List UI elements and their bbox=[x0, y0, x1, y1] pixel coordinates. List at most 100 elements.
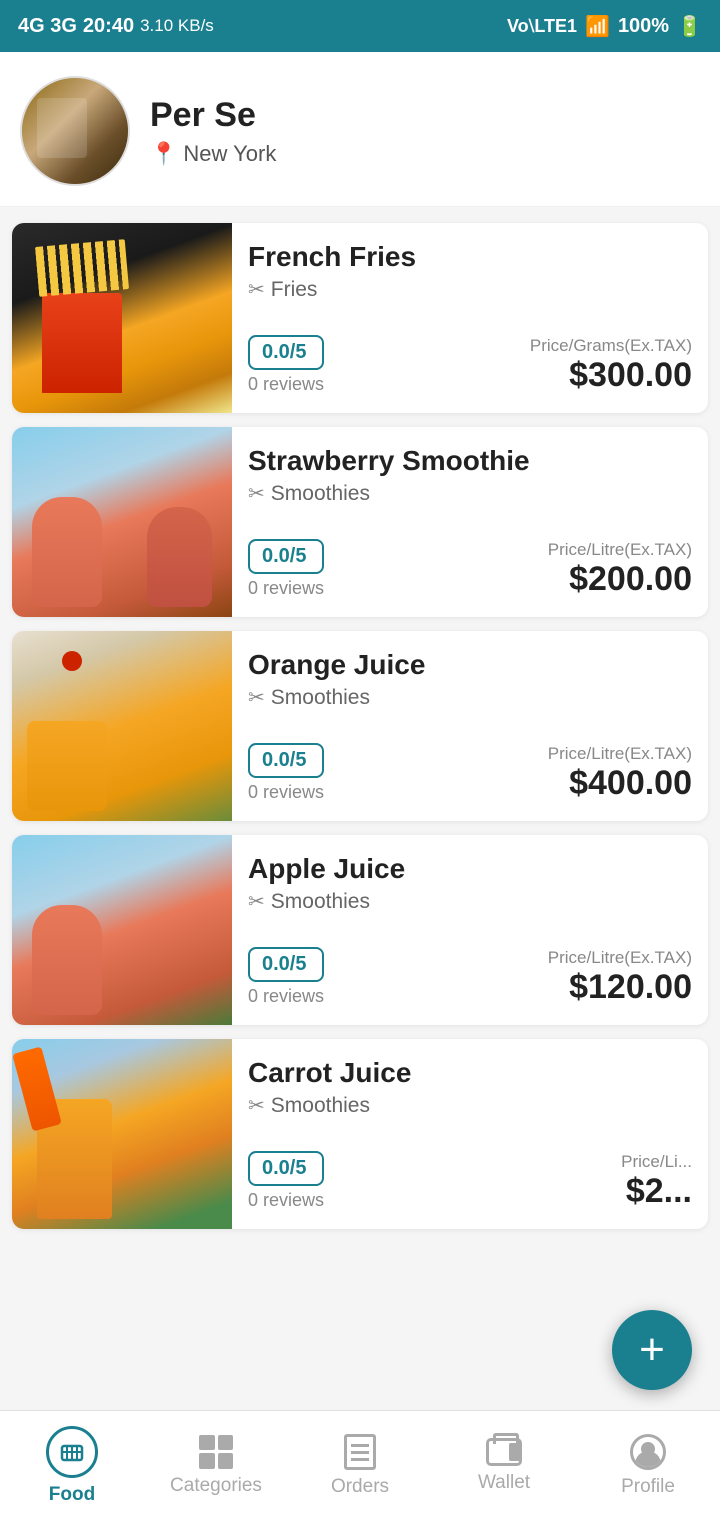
menu-item-category-3: ✂ Smoothies bbox=[248, 685, 692, 710]
restaurant-info: Per Se 📍 New York bbox=[150, 96, 276, 167]
restaurant-location: 📍 New York bbox=[150, 141, 276, 167]
menu-item-image-5 bbox=[12, 1039, 232, 1229]
price-value-4: $120.00 bbox=[548, 968, 692, 1007]
menu-item-name-1: French Fries bbox=[248, 241, 692, 273]
plus-icon: + bbox=[639, 1328, 665, 1372]
menu-card-1[interactable]: French Fries ✂ Fries 0.0/5 0 reviews Pri… bbox=[12, 223, 708, 413]
menu-item-bottom-5: 0.0/5 0 reviews Price/Li... $2... bbox=[248, 1151, 692, 1211]
menu-card-4[interactable]: Apple Juice ✂ Smoothies 0.0/5 0 reviews … bbox=[12, 835, 708, 1025]
menu-item-details-1: French Fries ✂ Fries 0.0/5 0 reviews Pri… bbox=[232, 223, 708, 413]
rating-section-3: 0.0/5 0 reviews bbox=[248, 743, 324, 803]
price-value-3: $400.00 bbox=[548, 764, 692, 803]
rating-section-2: 0.0/5 0 reviews bbox=[248, 539, 324, 599]
price-section-1: Price/Grams(Ex.TAX) $300.00 bbox=[530, 336, 692, 395]
price-section-3: Price/Litre(Ex.TAX) $400.00 bbox=[548, 744, 692, 803]
menu-item-bottom-4: 0.0/5 0 reviews Price/Litre(Ex.TAX) $120… bbox=[248, 947, 692, 1007]
menu-card-3[interactable]: Orange Juice ✂ Smoothies 0.0/5 0 reviews… bbox=[12, 631, 708, 821]
reviews-count-3: 0 reviews bbox=[248, 782, 324, 803]
menu-item-bottom-3: 0.0/5 0 reviews Price/Litre(Ex.TAX) $400… bbox=[248, 743, 692, 803]
reviews-count-4: 0 reviews bbox=[248, 986, 324, 1007]
menu-item-category-5: ✂ Smoothies bbox=[248, 1093, 692, 1118]
price-section-5: Price/Li... $2... bbox=[621, 1152, 692, 1211]
category-text-1: Fries bbox=[271, 278, 318, 302]
location-text: New York bbox=[183, 141, 276, 167]
menu-item-bottom-1: 0.0/5 0 reviews Price/Grams(Ex.TAX) $300… bbox=[248, 335, 692, 395]
bottom-nav: Food Categories Orders Wallet Profile bbox=[0, 1410, 720, 1520]
categories-nav-label: Categories bbox=[170, 1475, 262, 1497]
food-icon-circle bbox=[46, 1426, 98, 1478]
wallet-nav-label: Wallet bbox=[478, 1472, 530, 1494]
wifi-icon: 📶 bbox=[585, 14, 610, 39]
price-label-3: Price/Litre(Ex.TAX) bbox=[548, 744, 692, 764]
wallet-icon bbox=[486, 1438, 522, 1466]
restaurant-name: Per Se bbox=[150, 96, 276, 135]
menu-card-5[interactable]: Carrot Juice ✂ Smoothies 0.0/5 0 reviews… bbox=[12, 1039, 708, 1229]
rating-badge-3: 0.0/5 bbox=[248, 743, 324, 778]
price-section-2: Price/Litre(Ex.TAX) $200.00 bbox=[548, 540, 692, 599]
food-icon bbox=[58, 1438, 86, 1466]
price-label-5: Price/Li... bbox=[621, 1152, 692, 1172]
price-value-2: $200.00 bbox=[548, 560, 692, 599]
nav-item-profile[interactable]: Profile bbox=[576, 1426, 720, 1506]
location-icon: 📍 bbox=[150, 141, 177, 167]
reviews-count-2: 0 reviews bbox=[248, 578, 324, 599]
price-section-4: Price/Litre(Ex.TAX) $120.00 bbox=[548, 948, 692, 1007]
menu-item-details-5: Carrot Juice ✂ Smoothies 0.0/5 0 reviews… bbox=[232, 1039, 708, 1229]
menu-item-bottom-2: 0.0/5 0 reviews Price/Litre(Ex.TAX) $200… bbox=[248, 539, 692, 599]
rating-badge-2: 0.0/5 bbox=[248, 539, 324, 574]
reviews-count-5: 0 reviews bbox=[248, 1190, 324, 1211]
menu-item-category-2: ✂ Smoothies bbox=[248, 481, 692, 506]
reviews-count-1: 0 reviews bbox=[248, 374, 324, 395]
price-value-5: $2... bbox=[621, 1172, 692, 1211]
profile-nav-label: Profile bbox=[621, 1476, 675, 1498]
category-text-5: Smoothies bbox=[271, 1094, 370, 1118]
menu-item-details-2: Strawberry Smoothie ✂ Smoothies 0.0/5 0 … bbox=[232, 427, 708, 617]
menu-item-category-4: ✂ Smoothies bbox=[248, 889, 692, 914]
food-nav-label: Food bbox=[49, 1484, 95, 1506]
price-value-1: $300.00 bbox=[530, 356, 692, 395]
rating-section-1: 0.0/5 0 reviews bbox=[248, 335, 324, 395]
menu-item-image-2 bbox=[12, 427, 232, 617]
price-label-4: Price/Litre(Ex.TAX) bbox=[548, 948, 692, 968]
rating-badge-1: 0.0/5 bbox=[248, 335, 324, 370]
add-to-cart-fab[interactable]: + bbox=[612, 1310, 692, 1390]
status-right: Vo⧵LTE1 📶 100% 🔋 bbox=[507, 14, 702, 39]
tag-icon-2: ✂ bbox=[248, 481, 265, 506]
menu-item-name-3: Orange Juice bbox=[248, 649, 692, 681]
orders-nav-label: Orders bbox=[331, 1476, 389, 1498]
data-speed: 3.10 KB/s bbox=[140, 16, 214, 36]
restaurant-avatar bbox=[20, 76, 130, 186]
nav-item-wallet[interactable]: Wallet bbox=[432, 1430, 576, 1502]
status-left: 4G 3G 20:40 3.10 KB/s bbox=[18, 15, 214, 38]
avatar-image bbox=[22, 78, 128, 184]
orders-icon bbox=[344, 1434, 376, 1470]
menu-item-name-2: Strawberry Smoothie bbox=[248, 445, 692, 477]
menu-item-details-4: Apple Juice ✂ Smoothies 0.0/5 0 reviews … bbox=[232, 835, 708, 1025]
profile-icon bbox=[630, 1434, 666, 1470]
battery-text: 100% bbox=[618, 15, 669, 38]
category-text-3: Smoothies bbox=[271, 686, 370, 710]
status-bar: 4G 3G 20:40 3.10 KB/s Vo⧵LTE1 📶 100% 🔋 bbox=[0, 0, 720, 52]
tag-icon-5: ✂ bbox=[248, 1093, 265, 1118]
restaurant-header: Per Se 📍 New York bbox=[0, 52, 720, 207]
nav-item-categories[interactable]: Categories bbox=[144, 1427, 288, 1505]
tag-icon-4: ✂ bbox=[248, 889, 265, 914]
menu-item-details-3: Orange Juice ✂ Smoothies 0.0/5 0 reviews… bbox=[232, 631, 708, 821]
categories-icon bbox=[199, 1435, 233, 1469]
tag-icon-1: ✂ bbox=[248, 277, 265, 302]
nav-item-orders[interactable]: Orders bbox=[288, 1426, 432, 1506]
battery-icon: 🔋 bbox=[677, 14, 702, 39]
rating-badge-4: 0.0/5 bbox=[248, 947, 324, 982]
menu-item-name-5: Carrot Juice bbox=[248, 1057, 692, 1089]
menu-list: French Fries ✂ Fries 0.0/5 0 reviews Pri… bbox=[0, 207, 720, 1245]
menu-item-image-3 bbox=[12, 631, 232, 821]
nav-item-food[interactable]: Food bbox=[0, 1418, 144, 1514]
menu-item-image-4 bbox=[12, 835, 232, 1025]
menu-card-2[interactable]: Strawberry Smoothie ✂ Smoothies 0.0/5 0 … bbox=[12, 427, 708, 617]
menu-item-image-1 bbox=[12, 223, 232, 413]
rating-badge-5: 0.0/5 bbox=[248, 1151, 324, 1186]
price-label-1: Price/Grams(Ex.TAX) bbox=[530, 336, 692, 356]
menu-item-name-4: Apple Juice bbox=[248, 853, 692, 885]
network-type: 4G 3G bbox=[18, 15, 77, 38]
rating-section-5: 0.0/5 0 reviews bbox=[248, 1151, 324, 1211]
